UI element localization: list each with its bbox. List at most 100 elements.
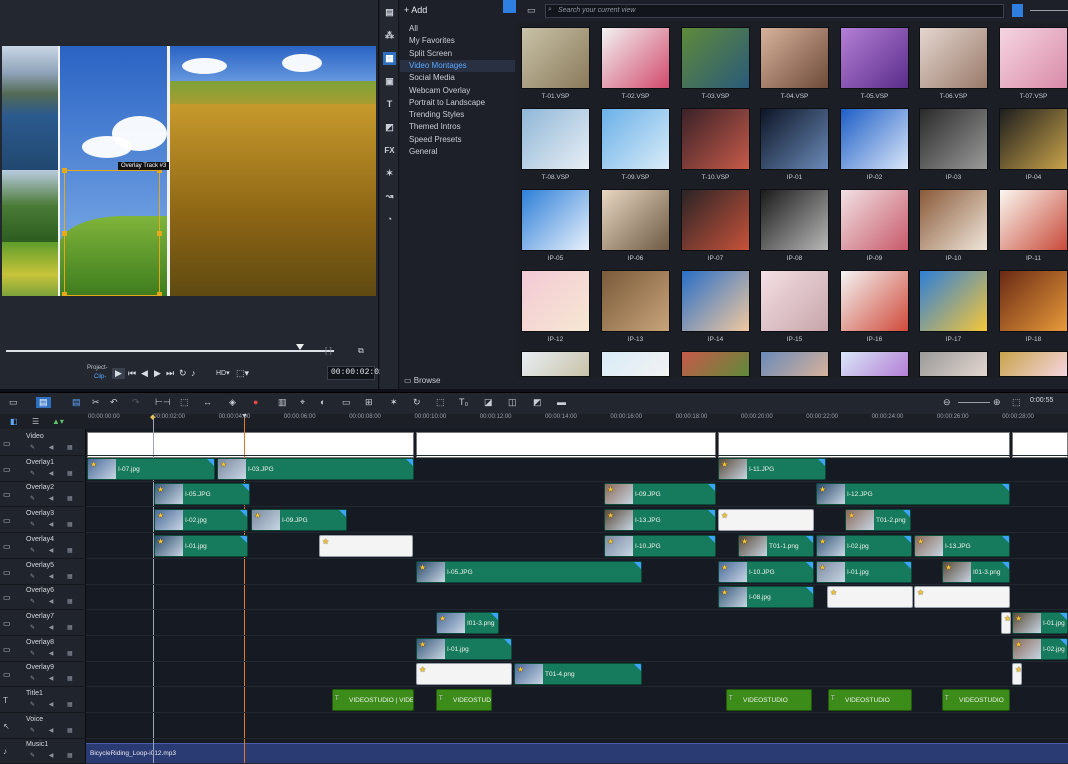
track-header[interactable]: T Title1 ✎ ◀ ▦ (0, 688, 86, 713)
track-list-icon[interactable]: ☰ (32, 417, 39, 426)
zoom-preview-icon[interactable]: ⬚▾ (236, 368, 249, 379)
fit-project-icon[interactable]: ⬚ (180, 397, 189, 408)
template-tile[interactable]: IP-07 (681, 189, 750, 262)
motion-icon[interactable]: ↝ (383, 190, 396, 203)
template-thumbnail[interactable] (760, 351, 829, 377)
fx-icon[interactable]: FX (383, 144, 396, 157)
overlay-clip[interactable]: ★ I-13.JPG (604, 509, 716, 532)
nav-item[interactable]: My Favorites (409, 36, 455, 45)
list-view-icon[interactable] (1012, 4, 1023, 17)
overlay-track-icon[interactable]: ▭ (3, 542, 11, 551)
track-controls[interactable]: ✎ ◀ ▦ (30, 573, 79, 580)
track-lane[interactable] (86, 688, 1068, 713)
track-controls[interactable]: ✎ ◀ ▦ (30, 444, 79, 451)
template-tile[interactable]: IP-13 (601, 270, 670, 343)
nav-item[interactable]: All (409, 24, 418, 33)
template-tile[interactable]: IP-05 (521, 189, 590, 262)
track-controls[interactable]: ✎ ◀ ▦ (30, 495, 79, 502)
zoom-in-icon[interactable]: ⊕ (993, 397, 1001, 408)
track-header[interactable]: ▭ Overlay8 ✎ ◀ ▦ (0, 637, 86, 662)
track-lane[interactable] (86, 739, 1068, 764)
nav-item[interactable]: Trending Styles (409, 110, 464, 119)
template-tile[interactable]: IP-04 (999, 108, 1068, 181)
overlay-clip[interactable]: ★ I-02.jpg (1012, 637, 1068, 660)
track-lane[interactable] (86, 637, 1068, 662)
zoom-slider[interactable] (958, 402, 990, 403)
template-tile[interactable]: T-02.VSP (601, 27, 670, 100)
volume-icon[interactable]: ♪ (191, 368, 196, 379)
preview-scrubber[interactable] (6, 350, 334, 352)
record-icon[interactable]: ● (253, 397, 258, 407)
track-header[interactable]: ▭ Overlay3 ✎ ◀ ▦ (0, 508, 86, 534)
overlay-clip[interactable]: ★ I-10.JPG (718, 560, 814, 583)
template-thumbnail[interactable] (521, 351, 590, 377)
overlay-clip[interactable]: ★ I-09.JPG (251, 509, 347, 532)
track-controls[interactable]: ✎ ◀ ▦ (30, 547, 79, 554)
track-controls[interactable]: ✎ ◀ ▦ (30, 675, 79, 682)
overlay-clip[interactable]: ★ I-07.jpg (87, 457, 215, 480)
overlay-clip[interactable]: ★ T01-4.png (514, 663, 642, 686)
clip-mode-label[interactable]: Clip- (94, 374, 106, 380)
repeat-icon[interactable]: ↻ (179, 368, 187, 379)
nav-item[interactable]: Split Screen (409, 49, 452, 58)
overlay-clip[interactable]: ★ I-05.JPG (416, 560, 642, 583)
preview-canvas[interactable] (2, 46, 376, 296)
scrubber-knob[interactable] (296, 344, 304, 350)
template-tile[interactable]: T-05.VSP (840, 27, 909, 100)
split-clip-icon[interactable]: ⧉ (358, 346, 364, 356)
overlay-clip[interactable]: ★ I-01.jpg (416, 637, 512, 660)
template-tile[interactable]: IP-11 (999, 189, 1068, 262)
overlay-clip[interactable]: ★ I-05.JPG (154, 483, 250, 506)
title-track-icon[interactable]: T (3, 696, 8, 705)
template-tile[interactable]: IP-14 (681, 270, 750, 343)
search-input[interactable]: Search your current view (545, 4, 1004, 18)
template-tile[interactable]: T-01.VSP (521, 27, 590, 100)
overlay-clip[interactable]: ★ I-12.JPG (816, 483, 1010, 506)
overlay-clip[interactable]: ★ I-02.jpg (816, 534, 912, 557)
overlay-clip[interactable]: ★ I-01.jpg (1012, 611, 1068, 634)
add-folder-button[interactable]: + Add (404, 5, 427, 15)
overlay-track-icon[interactable]: ▭ (3, 619, 11, 628)
mark-in-out-icon[interactable]: [ ] (325, 346, 332, 355)
timeline-view-icon[interactable]: ▤ (36, 397, 51, 408)
overlay-clip[interactable]: ★ (827, 586, 913, 609)
track-controls[interactable]: ✎ ◀ ▦ (30, 598, 79, 605)
motion-track-icon[interactable]: ⌖ (300, 397, 305, 408)
overlay-track-icon[interactable]: ▭ (3, 645, 11, 654)
speed-icon[interactable]: ◔ (383, 213, 396, 226)
track-controls[interactable]: ✎ ◀ ▦ (30, 650, 79, 657)
snap-icon[interactable]: ◈ (229, 397, 236, 408)
template-thumbnail[interactable] (999, 351, 1068, 377)
template-tile[interactable]: T-04.VSP (760, 27, 829, 100)
track-header[interactable]: ▭ Overlay2 ✎ ◀ ▦ (0, 482, 86, 508)
title-clip[interactable]: T VIDEOSTUDIO (726, 689, 812, 711)
voice-track-icon[interactable]: ↖ (3, 722, 10, 731)
template-icon[interactable]: ▦ (383, 52, 396, 65)
overlay-clip[interactable]: ★ I01-3.png (942, 560, 1010, 583)
track-controls[interactable]: ✎ ◀ ▦ (30, 470, 79, 477)
template-tile[interactable]: T-06.VSP (919, 27, 988, 100)
overlay-track-icon[interactable]: ▭ (3, 465, 11, 474)
track-header[interactable]: ▭ Overlay1 ✎ ◀ ▦ (0, 457, 86, 482)
nav-item[interactable]: General (409, 147, 437, 156)
project-mode-label[interactable]: Project- (87, 365, 108, 371)
track-lane[interactable] (86, 431, 1068, 456)
track-controls[interactable]: ✎ ◀ ▦ (30, 624, 79, 631)
text-to-speech-icon[interactable]: T₀ (459, 397, 468, 407)
track-header[interactable]: ▭ Overlay9 ✎ ◀ ▦ (0, 662, 86, 688)
play-icon[interactable]: ▶ (112, 368, 125, 379)
folder-icon[interactable]: ▭ (527, 5, 536, 16)
track-controls[interactable]: ✎ ◀ ▦ (30, 727, 79, 734)
overlay-clip[interactable]: ★ I-09.JPG (604, 483, 716, 506)
template-thumbnail[interactable] (919, 351, 988, 377)
title-clip[interactable]: T VIDEOSTUDIO (436, 689, 492, 711)
overlay-track-icon[interactable]: ▭ (3, 593, 11, 602)
template-thumbnail[interactable] (681, 351, 750, 377)
title-clip[interactable]: T VIDEOSTUDIO | VIDEOS (332, 689, 414, 711)
overlay-clip[interactable]: ★ I-02.jpg (154, 509, 248, 532)
template-tile[interactable]: IP-10 (919, 189, 988, 262)
zoom-out-icon[interactable]: ⊖ (943, 397, 951, 408)
stabilize-icon[interactable]: ◩ (533, 397, 542, 408)
add-track-icon[interactable]: ▲▾ (52, 417, 64, 426)
track-controls[interactable]: ✎ ◀ ▦ (30, 521, 79, 528)
